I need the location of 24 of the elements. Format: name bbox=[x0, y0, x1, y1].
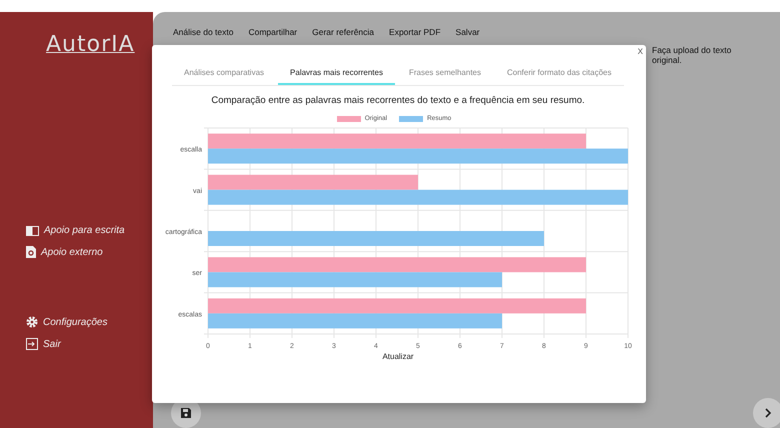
document-search-icon bbox=[26, 246, 36, 258]
tab[interactable]: Conferir formato das citações bbox=[495, 65, 624, 85]
update-button[interactable]: Atualizar bbox=[382, 352, 414, 361]
close-button[interactable]: X bbox=[638, 47, 643, 56]
sidebar-item[interactable]: Apoio para escrita bbox=[26, 225, 125, 236]
logo: AutorIA bbox=[46, 32, 135, 57]
sidebar-item[interactable]: Apoio externo bbox=[26, 246, 103, 258]
menu-item[interactable]: Análise do texto bbox=[173, 27, 234, 37]
settings-icon bbox=[26, 316, 38, 328]
tab[interactable]: Análises comparativas bbox=[172, 65, 276, 85]
chevron-right-icon bbox=[764, 408, 772, 418]
menu-item[interactable]: Salvar bbox=[456, 27, 480, 37]
menu-item[interactable]: Gerar referência bbox=[312, 27, 374, 37]
sidebar-item[interactable]: Configurações bbox=[26, 316, 108, 328]
sidebar-item[interactable]: Sair bbox=[26, 338, 61, 350]
chart-title: Comparação entre as palavras mais recorrentes do texto e a frequência em seu resumo. bbox=[211, 95, 585, 106]
exit-icon bbox=[26, 338, 38, 350]
tab[interactable]: Frases semelhantes bbox=[396, 65, 493, 85]
next-button[interactable] bbox=[753, 398, 780, 428]
menu-item[interactable]: Compartilhar bbox=[248, 27, 298, 37]
menu-item[interactable]: Exportar PDF bbox=[389, 27, 441, 37]
book-icon bbox=[26, 226, 39, 236]
tab[interactable]: Palavras mais recorrentes bbox=[278, 65, 395, 85]
upload-hint: Faça upload do texto original. bbox=[652, 45, 732, 65]
